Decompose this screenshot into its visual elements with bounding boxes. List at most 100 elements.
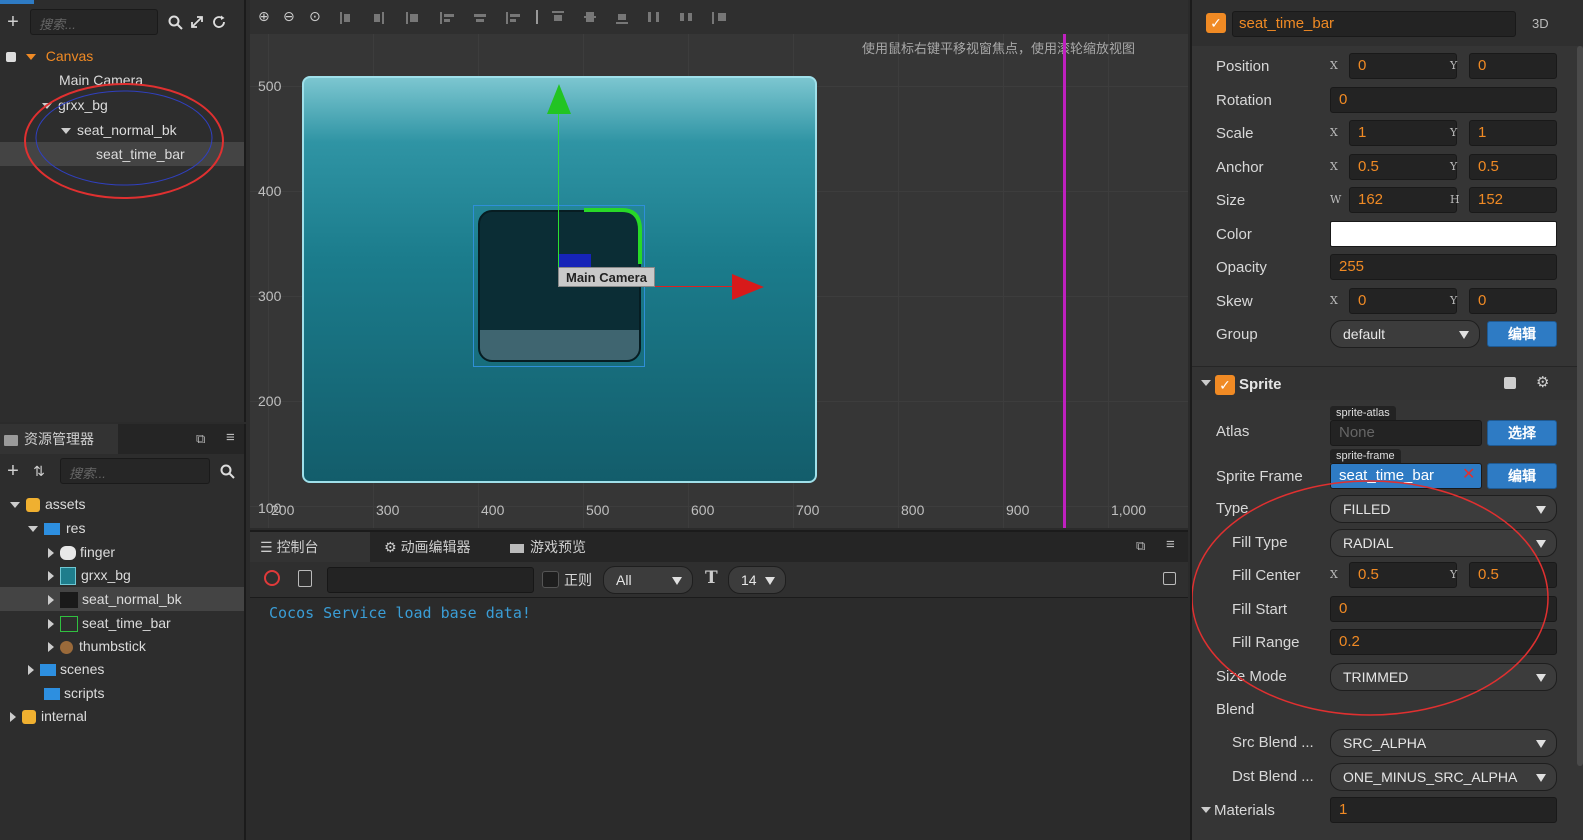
axis-letter[interactable]: X (1330, 160, 1338, 173)
chevron-right-icon[interactable] (48, 571, 54, 582)
gizmo-y-arrow-icon[interactable] (546, 84, 572, 114)
axis-letter[interactable]: Y (1450, 294, 1457, 307)
sort-icon[interactable]: ⇅ (28, 460, 50, 482)
tab-console[interactable]: ☰ 控制台 (250, 532, 370, 562)
asset-item-assets[interactable]: assets (0, 492, 244, 516)
collapse-icon[interactable] (1163, 572, 1176, 585)
book-icon[interactable] (1504, 377, 1516, 389)
refresh-icon[interactable] (208, 11, 230, 33)
axis-letter[interactable]: X (1330, 126, 1338, 139)
axis-letter[interactable]: W (1330, 193, 1341, 206)
gizmo-x-arrow-icon[interactable] (732, 274, 764, 300)
tab-game-preview[interactable]: 游戏预览 (500, 532, 618, 562)
size-h-input[interactable]: 152 (1469, 187, 1557, 213)
sprite-enabled-checkbox[interactable]: ✓ (1215, 375, 1235, 395)
skew-y-input[interactable]: 0 (1469, 288, 1557, 314)
anchor-y-input[interactable]: 0.5 (1469, 154, 1557, 180)
color-swatch[interactable] (1330, 221, 1557, 247)
x-tick-label: 900 (1006, 502, 1030, 518)
asset-item-scripts[interactable]: scripts (0, 681, 244, 705)
skew-x-input[interactable]: 0 (1349, 288, 1457, 314)
inspector-panel: ✓ seat_time_bar 3D Position X 0 Y 0 Rota… (1190, 0, 1583, 840)
tab-game-preview-label: 游戏预览 (530, 539, 586, 555)
lock-icon[interactable] (6, 52, 16, 63)
position-y-input[interactable]: 0 (1469, 53, 1557, 79)
axis-letter[interactable]: X (1330, 59, 1338, 72)
clear-log-icon[interactable] (264, 570, 280, 586)
scene-viewport[interactable]: 500 400 300 200 100 200 300 400 500 600 … (250, 34, 1188, 528)
group-edit-button[interactable]: 编辑 (1487, 321, 1557, 347)
popout-icon[interactable]: ⧉ (1136, 538, 1145, 554)
hierarchy-search-input[interactable]: 搜索... (30, 9, 158, 35)
tab-assets[interactable]: 资源管理器 (0, 424, 118, 454)
chevron-down-icon[interactable] (1201, 807, 1211, 813)
mode-3d-toggle[interactable]: 3D (1532, 16, 1549, 31)
dst-blend-select[interactable]: ONE_MINUS_SRC_ALPHA (1330, 763, 1557, 791)
scene-panel[interactable]: ⊕ ⊖ ⊙ 500 400 300 200 100 200 300 400 50… (250, 0, 1188, 528)
prop-label: Materials (1214, 802, 1275, 819)
asset-item-res[interactable]: res (0, 516, 244, 540)
add-node-icon[interactable]: + (2, 11, 24, 33)
log-level-select[interactable]: All (603, 566, 693, 594)
asset-item-internal[interactable]: internal (0, 704, 244, 728)
chevron-right-icon[interactable] (28, 665, 34, 676)
position-x-input[interactable]: 0 (1349, 53, 1457, 79)
asset-item-grxx-bg[interactable]: grxx_bg (0, 563, 244, 587)
align-tools[interactable] (340, 10, 760, 24)
zoom-out-icon[interactable]: ⊖ (283, 8, 295, 25)
popout-icon[interactable]: ⧉ (196, 431, 205, 447)
axis-letter[interactable]: Y (1450, 160, 1457, 173)
search-icon[interactable] (216, 460, 238, 482)
chevron-down-icon[interactable] (10, 502, 20, 509)
rotation-input[interactable]: 0 (1330, 87, 1557, 113)
axis-letter[interactable]: X (1330, 294, 1338, 307)
expand-icon[interactable] (186, 11, 208, 33)
chevron-down-icon[interactable] (1201, 380, 1211, 386)
chevron-right-icon[interactable] (48, 595, 54, 606)
tree-node-canvas[interactable]: Canvas (0, 44, 244, 68)
regex-checkbox[interactable] (542, 571, 559, 588)
scale-x-input[interactable]: 1 (1349, 120, 1457, 146)
atlas-input[interactable]: None (1330, 420, 1482, 446)
prop-label: Rotation (1216, 92, 1272, 109)
size-w-input[interactable]: 162 (1349, 187, 1457, 213)
node-name-input[interactable]: seat_time_bar (1232, 11, 1516, 37)
chevron-right-icon[interactable] (48, 619, 54, 630)
search-icon[interactable] (164, 11, 186, 33)
open-log-icon[interactable] (298, 570, 312, 587)
asset-item-finger[interactable]: finger (0, 540, 244, 564)
assets-search-input[interactable]: 搜索... (60, 458, 210, 484)
scale-y-input[interactable]: 1 (1469, 120, 1557, 146)
asset-item-seat-normal-bk[interactable]: seat_normal_bk (0, 587, 244, 611)
axis-letter[interactable]: H (1450, 193, 1460, 206)
node-active-checkbox[interactable]: ✓ (1206, 13, 1226, 33)
chevron-down-icon[interactable] (28, 526, 38, 533)
asset-item-scenes[interactable]: scenes (0, 657, 244, 681)
sprite-component-header[interactable]: ✓ Sprite ⚙ (1192, 366, 1583, 400)
menu-icon[interactable]: ≡ (226, 429, 235, 446)
materials-count-input[interactable]: 1 (1330, 797, 1557, 823)
menu-icon[interactable]: ≡ (1166, 536, 1175, 553)
group-select[interactable]: default (1330, 320, 1480, 348)
src-blend-select[interactable]: SRC_ALPHA (1330, 729, 1557, 757)
chevron-right-icon[interactable] (10, 712, 16, 723)
atlas-select-button[interactable]: 选择 (1487, 420, 1557, 446)
add-asset-icon[interactable]: + (2, 460, 24, 482)
chevron-right-icon[interactable] (48, 548, 54, 559)
zoom-in-icon[interactable]: ⊕ (258, 8, 270, 25)
anchor-x-input[interactable]: 0.5 (1349, 154, 1457, 180)
console-filter-input[interactable] (327, 567, 534, 593)
asset-item-seat-time-bar[interactable]: seat_time_bar (0, 611, 244, 635)
tab-animation-editor[interactable]: ⚙ 动画编辑器 (374, 532, 498, 562)
font-size-select[interactable]: 14 (728, 566, 786, 594)
zoom-reset-icon[interactable]: ⊙ (309, 8, 321, 25)
axis-letter[interactable]: Y (1450, 126, 1457, 139)
chevron-down-icon[interactable] (25, 54, 36, 61)
prop-materials[interactable]: Materials 1 (1192, 794, 1583, 828)
asset-item-thumbstick[interactable]: thumbstick (0, 634, 244, 658)
chevron-right-icon[interactable] (48, 642, 54, 653)
x-tick-label: 800 (901, 502, 925, 518)
axis-letter[interactable]: Y (1450, 59, 1457, 72)
gear-icon[interactable]: ⚙ (1536, 373, 1549, 391)
opacity-input[interactable]: 255 (1330, 254, 1557, 280)
